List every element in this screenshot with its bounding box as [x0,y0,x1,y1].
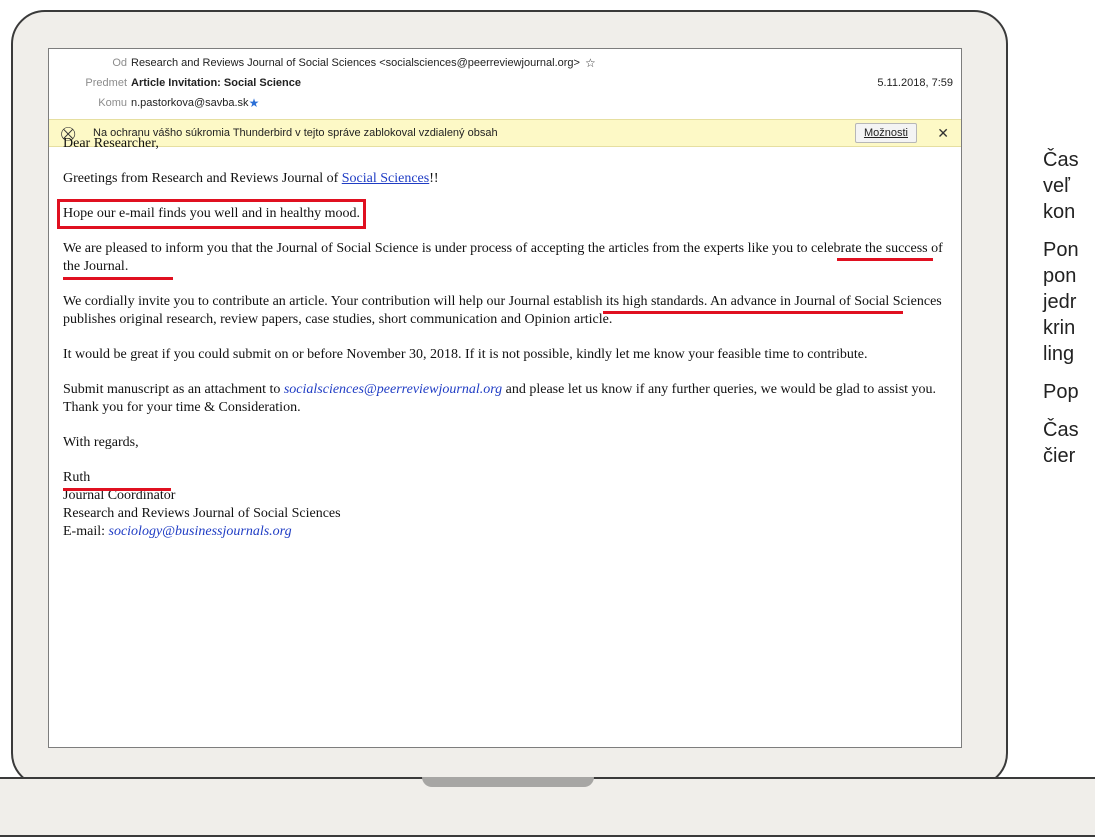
side-text-11: čier [1043,445,1076,467]
side-text-8: ling [1043,343,1075,365]
side-text-6: jedr [1043,291,1077,313]
date: 5.11.2018, 7:59 [877,77,953,89]
paragraph-3: It would be great if you could submit on… [63,347,868,362]
mail-body: Dear Researcher, Greetings from Research… [56,135,953,541]
sig-email-link[interactable]: sociology@businessjournals.org [109,524,292,539]
side-text-7: krin [1043,317,1076,339]
from-label: Od [112,57,127,69]
sig-org: Research and Reviews Journal of Social S… [63,506,341,521]
side-text-9: Pop [1043,381,1079,403]
side-text-4: Pon [1043,239,1079,261]
paragraph-2: We cordially invite you to contribute an… [63,294,942,327]
sig-title: Journal Coordinator [63,488,176,503]
highlight-box: Hope our e-mail finds you well and in he… [56,199,367,229]
to-row: Komu n.pastorkova@savba.sk★ [49,93,961,113]
side-text-5: pon [1043,265,1077,287]
underline-annotation [63,277,173,280]
underline-annotation [837,258,933,261]
side-text-10: Čas [1043,419,1079,441]
underline-annotation [63,488,171,491]
signature: Ruth Journal Coordinator Research and Re… [63,469,953,541]
laptop-notch [422,777,594,787]
paragraph-4: Submit manuscript as an attachment to so… [63,382,937,415]
side-text-3: kon [1043,201,1076,223]
submission-email-link[interactable]: socialsciences@peerreviewjournal.org [284,382,502,397]
from-row: Od Research and Reviews Journal of Socia… [49,53,961,73]
underline-annotation [603,311,903,314]
subject-label: Predmet [85,77,127,89]
social-sciences-link[interactable]: Social Sciences [342,171,429,186]
subject-value: Article Invitation: Social Science [131,77,301,89]
paragraph-1: We are pleased to inform you that the Jo… [63,240,953,280]
star-outline-icon[interactable]: ☆ [585,53,596,73]
greetings-line: Greetings from Research and Reviews Jour… [63,171,439,186]
greeting: Dear Researcher, [63,136,159,151]
from-value[interactable]: Research and Reviews Journal of Social S… [131,53,596,73]
hope-line: Hope our e-mail finds you well and in he… [56,199,953,229]
to-label: Komu [98,97,127,109]
star-filled-icon[interactable]: ★ [249,93,260,113]
to-value[interactable]: n.pastorkova@savba.sk★ [131,93,259,113]
sig-email-line: E-mail: sociology@businessjournals.org [63,524,292,539]
email-window: Od Research and Reviews Journal of Socia… [48,48,962,748]
side-text-2: veľ [1043,175,1070,197]
closing: With regards, [63,435,139,450]
subject-row: Predmet Article Invitation: Social Scien… [49,73,961,93]
side-text-1: Čas [1043,149,1079,171]
sig-name: Ruth [63,470,91,485]
